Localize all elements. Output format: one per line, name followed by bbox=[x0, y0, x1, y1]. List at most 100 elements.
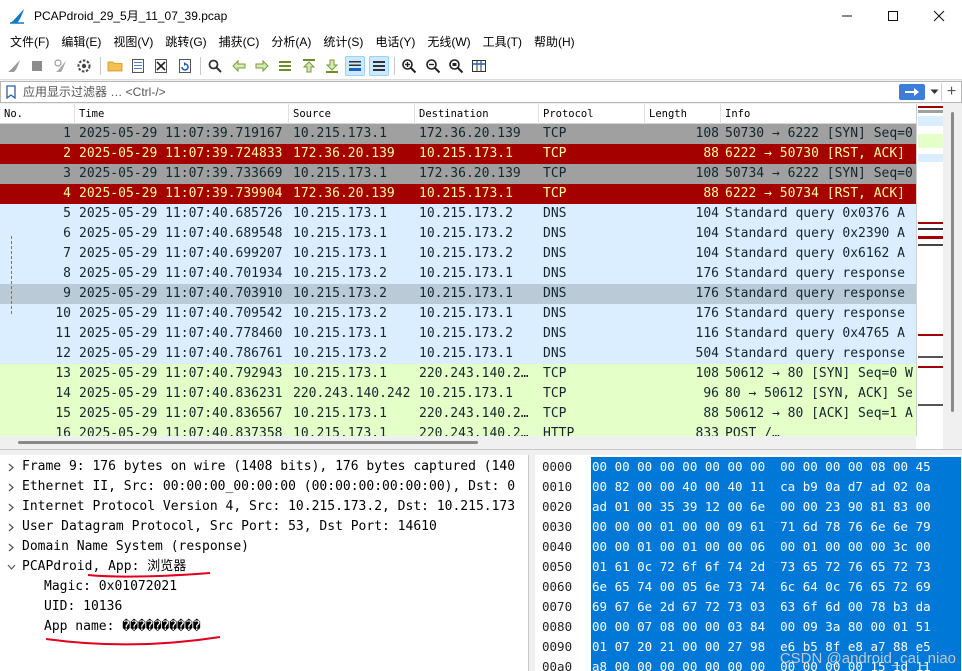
byte-offset: 0080 bbox=[542, 619, 573, 634]
tree-item-udp[interactable]: User Datagram Protocol, Src Port: 53, Ds… bbox=[0, 517, 528, 537]
table-row[interactable]: 3 2025-05-29 11:07:39.733669 10.215.173.1 1… bbox=[0, 164, 916, 184]
table-row[interactable]: 9 2025-05-29 11:07:40.703910 10.215.173.2 1… bbox=[0, 284, 916, 304]
tree-item-dns[interactable]: Domain Name System (response) bbox=[0, 537, 528, 557]
table-row[interactable]: 14 2025-05-29 11:07:40.836231 220.243.140.… bbox=[0, 384, 916, 404]
zoom-in-icon bbox=[402, 59, 417, 74]
close-window-button[interactable] bbox=[916, 0, 962, 31]
maximize-button[interactable] bbox=[870, 0, 916, 31]
filter-bookmark-button[interactable] bbox=[1, 82, 21, 102]
table-row[interactable]: 4 2025-05-29 11:07:39.739904 172.36.20.139… bbox=[0, 184, 916, 204]
tree-item-pcapdroid[interactable]: PCAPdroid, App: 浏览器 bbox=[0, 557, 528, 577]
byte-row[interactable]: 0060 6e 65 74 00 05 6e 73 74 6c 64 0c 76 … bbox=[535, 577, 962, 597]
table-row[interactable]: 8 2025-05-29 11:07:40.701934 10.215.173.2 1… bbox=[0, 264, 916, 284]
menu-capture[interactable]: 捕获(C) bbox=[213, 31, 266, 53]
open-file-button[interactable] bbox=[105, 56, 125, 76]
find-packet-icon bbox=[208, 59, 222, 73]
table-row[interactable]: 13 2025-05-29 11:07:40.792943 10.215.173.1… bbox=[0, 364, 916, 384]
table-row[interactable]: 11 2025-05-29 11:07:40.778460 10.215.173.1… bbox=[0, 324, 916, 344]
menu-tools[interactable]: 工具(T) bbox=[477, 31, 528, 53]
column-header-no[interactable]: No. bbox=[0, 104, 75, 124]
packet-minimap[interactable] bbox=[916, 104, 943, 436]
packet-list-horizontal-scrollbar[interactable] bbox=[0, 436, 916, 449]
reload-file-button[interactable] bbox=[175, 56, 195, 76]
packet-list-vertical-scrollbar[interactable] bbox=[943, 104, 962, 449]
tree-item-magic[interactable]: Magic: 0x01072021 bbox=[0, 577, 528, 597]
filter-history-dropdown[interactable] bbox=[927, 83, 941, 101]
table-row[interactable]: 16 2025-05-29 11:07:40.837358 10.215.173.1… bbox=[0, 424, 916, 436]
chevron-right-icon[interactable] bbox=[0, 483, 22, 492]
start-capture-button[interactable] bbox=[4, 56, 24, 76]
go-to-packet-button[interactable] bbox=[275, 56, 295, 76]
tree-item-ethernet[interactable]: Ethernet II, Src: 00:00:00_00:00:00 (00:… bbox=[0, 477, 528, 497]
menu-wireless[interactable]: 无线(W) bbox=[421, 31, 476, 53]
table-row[interactable]: 2 2025-05-29 11:07:39.724833 172.36.20.139… bbox=[0, 144, 916, 164]
stop-capture-button[interactable] bbox=[27, 56, 47, 76]
byte-row[interactable]: 0070 69 67 6e 2d 67 72 73 03 63 6f 6d 00 … bbox=[535, 597, 962, 617]
byte-row[interactable]: 0050 01 61 0c 72 6f 6f 74 2d 73 65 72 76 … bbox=[535, 557, 962, 577]
column-header-protocol[interactable]: Protocol bbox=[539, 104, 645, 124]
menu-view[interactable]: 视图(V) bbox=[107, 31, 159, 53]
byte-row[interactable]: 0080 00 00 07 08 00 00 03 84 00 09 3a 80 … bbox=[535, 617, 962, 637]
watermark: CSDN @android_cai_niao bbox=[779, 650, 956, 667]
table-row[interactable]: 5 2025-05-29 11:07:40.685726 10.215.173.1 1… bbox=[0, 204, 916, 224]
scrollbar-thumb[interactable] bbox=[18, 441, 478, 444]
column-header-destination[interactable]: Destination bbox=[415, 104, 539, 124]
save-file-button[interactable] bbox=[128, 56, 148, 76]
byte-hex: 00 00 00 01 00 00 09 61 71 6d 78 76 6e 6… bbox=[591, 517, 961, 537]
menu-statistics[interactable]: 统计(S) bbox=[317, 31, 369, 53]
byte-row[interactable]: 0030 00 00 00 01 00 00 09 61 71 6d 78 76 … bbox=[535, 517, 962, 537]
auto-scroll-button[interactable] bbox=[345, 56, 366, 76]
cell-no: 15 bbox=[55, 406, 71, 421]
restart-capture-button[interactable] bbox=[51, 56, 71, 76]
zoom-in-button[interactable] bbox=[399, 56, 419, 76]
byte-offset: 0020 bbox=[542, 499, 573, 514]
add-filter-button-button[interactable]: + bbox=[941, 83, 961, 101]
chevron-right-icon[interactable] bbox=[0, 503, 22, 512]
cell-destination: 10.215.173.1 bbox=[419, 266, 513, 281]
go-last-button[interactable] bbox=[322, 56, 342, 76]
minimize-button[interactable] bbox=[824, 0, 870, 31]
chevron-right-icon[interactable] bbox=[0, 543, 22, 552]
table-row[interactable]: 10 2025-05-29 11:07:40.709542 10.215.173.2… bbox=[0, 304, 916, 324]
chevron-right-icon[interactable] bbox=[0, 463, 22, 472]
go-back-button[interactable] bbox=[229, 56, 249, 76]
byte-row[interactable]: 0010 00 82 00 00 40 00 40 11 ca b9 0a d7 … bbox=[535, 477, 962, 497]
apply-filter-button[interactable] bbox=[899, 84, 925, 100]
chevron-right-icon[interactable] bbox=[0, 523, 22, 532]
column-header-info[interactable]: Info bbox=[721, 104, 916, 124]
menu-help[interactable]: 帮助(H) bbox=[528, 31, 581, 53]
zoom-out-button[interactable] bbox=[423, 56, 443, 76]
menu-analyze[interactable]: 分析(A) bbox=[265, 31, 317, 53]
zoom-normal-button[interactable] bbox=[446, 56, 466, 76]
column-header-source[interactable]: Source bbox=[289, 104, 415, 124]
column-header-time[interactable]: Time bbox=[75, 104, 289, 124]
capture-options-button[interactable] bbox=[74, 56, 94, 76]
table-row[interactable]: 1 2025-05-29 11:07:39.719167 10.215.173.1 1… bbox=[0, 124, 916, 144]
find-packet-button[interactable] bbox=[205, 56, 225, 76]
tree-item-ipv4[interactable]: Internet Protocol Version 4, Src: 10.215… bbox=[0, 497, 528, 517]
colorize-button[interactable] bbox=[368, 56, 389, 76]
byte-row[interactable]: 0020 ad 01 00 35 39 12 00 6e 00 00 23 90 … bbox=[535, 497, 962, 517]
menu-go[interactable]: 跳转(G) bbox=[159, 31, 212, 53]
tree-item-app-name[interactable]: App name: ���������� bbox=[0, 617, 528, 637]
byte-row[interactable]: 0040 00 00 01 00 01 00 00 06 00 01 00 00 … bbox=[535, 537, 962, 557]
scrollbar-thumb[interactable] bbox=[951, 112, 954, 412]
table-row[interactable]: 6 2025-05-29 11:07:40.689548 10.215.173.1 1… bbox=[0, 224, 916, 244]
go-forward-button[interactable] bbox=[252, 56, 272, 76]
cell-length: 176 bbox=[695, 306, 719, 321]
menu-file[interactable]: 文件(F) bbox=[4, 31, 55, 53]
menu-edit[interactable]: 编辑(E) bbox=[55, 31, 107, 53]
table-row[interactable]: 15 2025-05-29 11:07:40.836567 10.215.173.1… bbox=[0, 404, 916, 424]
resize-columns-button[interactable] bbox=[469, 56, 489, 76]
close-file-button[interactable] bbox=[151, 56, 171, 76]
display-filter-input[interactable] bbox=[21, 83, 899, 101]
tree-item-frame[interactable]: Frame 9: 176 bytes on wire (1408 bits), … bbox=[0, 457, 528, 477]
go-first-button[interactable] bbox=[299, 56, 319, 76]
chevron-down-icon[interactable] bbox=[0, 564, 22, 570]
tree-item-uid[interactable]: UID: 10136 bbox=[0, 597, 528, 617]
table-row[interactable]: 12 2025-05-29 11:07:40.786761 10.215.173.2… bbox=[0, 344, 916, 364]
menu-telephony[interactable]: 电话(Y) bbox=[369, 31, 421, 53]
byte-row[interactable]: 0000 00 00 00 00 00 00 00 00 00 00 00 00 … bbox=[535, 457, 962, 477]
column-header-length[interactable]: Length bbox=[645, 104, 721, 124]
table-row[interactable]: 7 2025-05-29 11:07:40.699207 10.215.173.1 1… bbox=[0, 244, 916, 264]
